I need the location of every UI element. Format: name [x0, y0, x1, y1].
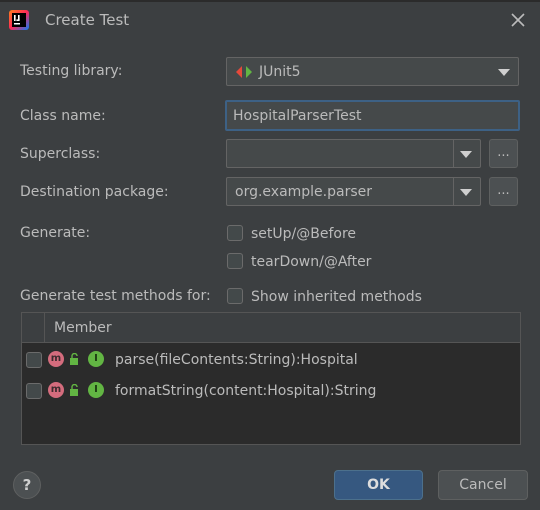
close-icon[interactable]: [506, 8, 530, 32]
members-table: Member m I parse(fileContents:String):Ho…: [21, 312, 521, 445]
superclass-browse-button[interactable]: ...: [489, 139, 518, 168]
setup-checkbox[interactable]: [227, 225, 243, 241]
junit-icon: [236, 66, 252, 78]
method-icon: m: [48, 382, 64, 398]
interface-implements-icon: I: [88, 351, 104, 367]
cancel-button[interactable]: Cancel: [438, 470, 528, 500]
teardown-checkbox-label: tearDown/@After: [251, 254, 372, 270]
member-name: parse(fileContents:String):Hospital: [115, 352, 358, 368]
intellij-app-icon: [9, 10, 29, 30]
top-edge: [0, 0, 540, 2]
teardown-checkbox[interactable]: [227, 253, 243, 269]
show-inherited-label: Show inherited methods: [251, 289, 422, 305]
chevron-down-icon: [498, 68, 510, 76]
superclass-label: Superclass:: [20, 146, 101, 162]
testing-library-label: Testing library:: [20, 63, 123, 79]
table-row[interactable]: m I parse(fileContents:String):Hospital: [22, 345, 520, 375]
method-icon: m: [48, 351, 64, 367]
column-divider: [44, 313, 45, 342]
member-column-header[interactable]: Member: [54, 320, 112, 336]
testing-library-value: JUnit5: [259, 63, 301, 80]
unlock-icon: [70, 384, 78, 396]
destination-package-value: org.example.parser: [235, 183, 373, 200]
row-checkbox[interactable]: [26, 352, 42, 368]
combo-divider: [453, 140, 454, 167]
destination-package-browse-button[interactable]: ...: [489, 177, 518, 206]
class-name-field[interactable]: HospitalParserTest: [225, 100, 520, 131]
interface-implements-icon: I: [88, 382, 104, 398]
show-inherited-checkbox[interactable]: [227, 288, 243, 304]
chevron-down-icon: [460, 150, 472, 158]
testing-library-combo[interactable]: JUnit5: [226, 57, 519, 86]
destination-package-label: Destination package:: [20, 184, 169, 200]
row-checkbox[interactable]: [26, 383, 42, 399]
chevron-down-icon: [460, 188, 472, 196]
class-name-value: HospitalParserTest: [233, 107, 362, 124]
help-button[interactable]: ?: [13, 471, 41, 499]
generate-label: Generate:: [20, 225, 91, 241]
class-name-label: Class name:: [20, 108, 106, 124]
ok-button[interactable]: OK: [334, 470, 423, 500]
superclass-combo[interactable]: [226, 139, 481, 168]
destination-package-combo[interactable]: org.example.parser: [226, 177, 481, 206]
unlock-icon: [70, 353, 78, 365]
member-name: formatString(content:Hospital):String: [115, 383, 377, 399]
combo-divider: [453, 178, 454, 205]
table-row[interactable]: m I formatString(content:Hospital):Strin…: [22, 376, 520, 406]
dialog-title: Create Test: [45, 11, 130, 29]
methods-for-label: Generate test methods for:: [20, 288, 211, 304]
table-header: Member: [22, 313, 520, 343]
setup-checkbox-label: setUp/@Before: [251, 226, 357, 242]
